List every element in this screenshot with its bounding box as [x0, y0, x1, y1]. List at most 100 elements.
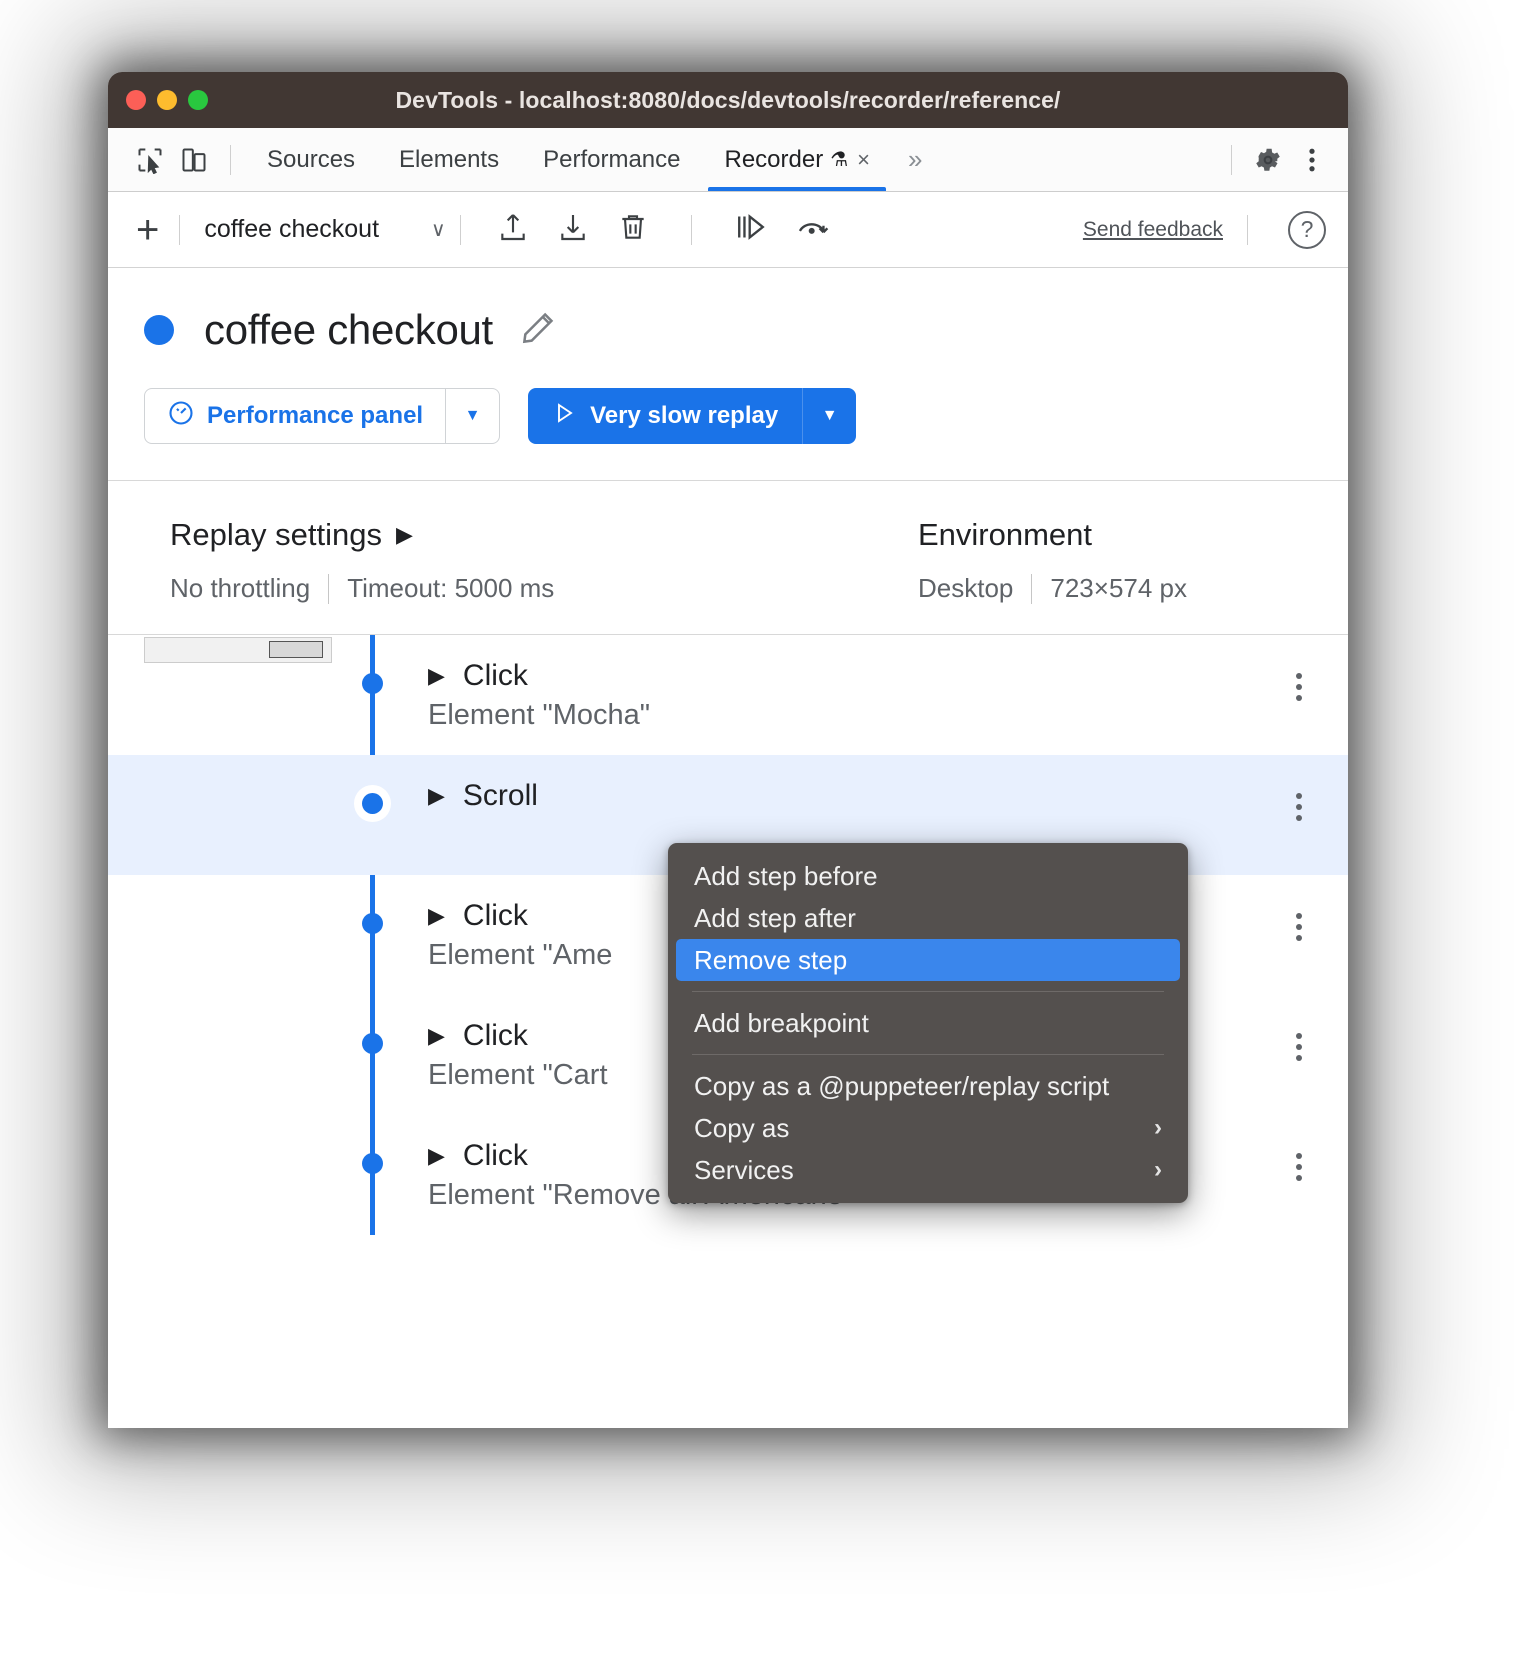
menu-item-services[interactable]: Services › [668, 1149, 1188, 1191]
summary-divider [328, 574, 329, 604]
performance-panel-split-button: Performance panel ▼ [144, 388, 500, 444]
inspect-cursor-icon[interactable] [128, 138, 172, 182]
send-feedback-link[interactable]: Send feedback [1083, 218, 1223, 242]
menu-item-label: Copy as [694, 1113, 789, 1144]
kebab-icon[interactable] [1290, 138, 1334, 182]
environment-column: Environment Desktop 723×574 px [918, 517, 1187, 604]
devtools-tabbar: Sources Elements Performance Recorder ⚗ … [108, 128, 1348, 192]
expand-step-icon[interactable]: ▶ [428, 783, 445, 809]
replay-speed-dropdown[interactable]: ▼ [802, 388, 856, 444]
chevron-down-icon[interactable]: ∨ [431, 217, 446, 242]
step-description: Element "Cart [428, 1059, 608, 1092]
step-kebab-icon[interactable] [1296, 913, 1302, 941]
help-icon[interactable]: ? [1288, 211, 1326, 249]
import-icon[interactable] [557, 211, 589, 248]
step-type-label: Scroll [463, 779, 538, 813]
step-body: ▶ Click Element "Cart [428, 1019, 608, 1092]
step-node-icon [362, 673, 383, 694]
replay-settings-block: Replay settings ▶ No throttling Timeout:… [108, 481, 1348, 635]
recording-selector[interactable]: coffee checkout [204, 215, 379, 244]
close-window-icon[interactable] [126, 90, 146, 110]
replay-icon[interactable] [796, 212, 830, 247]
step-kebab-icon[interactable] [1296, 793, 1302, 821]
step-kebab-icon[interactable] [1296, 673, 1302, 701]
expand-step-icon[interactable]: ▶ [428, 663, 445, 689]
performance-panel-label: Performance panel [207, 402, 423, 430]
recording-title-row: coffee checkout [108, 306, 1348, 354]
step-description: Element "Mocha" [428, 699, 650, 732]
maximize-window-icon[interactable] [188, 90, 208, 110]
replay-split-button: Very slow replay ▼ [528, 388, 856, 444]
step-header: ▶ Click [428, 1019, 608, 1053]
performance-panel-button[interactable]: Performance panel [144, 388, 446, 444]
page-title: coffee checkout [204, 306, 493, 354]
menu-item-remove-step[interactable]: Remove step [676, 939, 1180, 981]
device-toolbar-icon[interactable] [172, 138, 216, 182]
toolbar-icon-group [497, 211, 830, 248]
viewport-value: 723×574 px [1050, 573, 1187, 604]
table-row[interactable]: ▶ Click Element "Mocha" [108, 635, 1348, 755]
menu-item-label: Add step before [694, 861, 878, 892]
menu-item-label: Services [694, 1155, 794, 1186]
panel-tabs: Sources Elements Performance Recorder ⚗ … [245, 128, 938, 191]
step-type-label: Click [463, 1019, 528, 1053]
replay-settings-header[interactable]: Replay settings ▶ [170, 517, 918, 553]
menu-item-label: Remove step [694, 945, 847, 976]
record-status-dot-icon [144, 315, 174, 345]
menu-separator [692, 991, 1164, 992]
close-tab-icon[interactable]: × [857, 147, 870, 173]
step-node-icon [362, 1033, 383, 1054]
toolbar-divider-1 [179, 215, 180, 245]
environment-label: Environment [918, 517, 1092, 553]
tab-sources[interactable]: Sources [245, 128, 377, 191]
step-node-icon [362, 1153, 383, 1174]
menu-item-copy-as[interactable]: Copy as › [668, 1107, 1188, 1149]
menu-item-add-step-after[interactable]: Add step after [668, 897, 1188, 939]
step-header: ▶ Click [428, 659, 650, 693]
create-recording-button[interactable]: + [130, 210, 165, 250]
window-titlebar: DevTools - localhost:8080/docs/devtools/… [108, 72, 1348, 128]
delete-icon[interactable] [617, 211, 649, 248]
step-context-menu: Add step before Add step after Remove st… [668, 843, 1188, 1203]
step-body: ▶ Click Element "Ame [428, 899, 612, 972]
expand-step-icon[interactable]: ▶ [428, 903, 445, 929]
menu-item-add-breakpoint[interactable]: Add breakpoint [668, 1002, 1188, 1044]
performance-panel-dropdown[interactable]: ▼ [446, 388, 500, 444]
expand-step-icon[interactable]: ▶ [428, 1023, 445, 1049]
expand-triangle-icon: ▶ [396, 522, 413, 548]
replay-button[interactable]: Very slow replay [528, 388, 802, 444]
tab-elements[interactable]: Elements [377, 128, 521, 191]
minimize-window-icon[interactable] [157, 90, 177, 110]
export-icon[interactable] [497, 211, 529, 248]
screenshot-stage: DevTools - localhost:8080/docs/devtools/… [0, 0, 1536, 1656]
tab-performance-label: Performance [543, 146, 680, 174]
menu-item-copy-as-puppeteer-replay-script[interactable]: Copy as a @puppeteer/replay script [668, 1065, 1188, 1107]
step-kebab-icon[interactable] [1296, 1033, 1302, 1061]
tab-recorder[interactable]: Recorder ⚗ × [702, 128, 892, 191]
recording-header: coffee checkout [108, 268, 1348, 481]
chevron-right-icon: › [1154, 1114, 1162, 1142]
step-header: ▶ Scroll [428, 779, 538, 813]
tabbar-right-divider [1231, 145, 1232, 175]
expand-step-icon[interactable]: ▶ [428, 1143, 445, 1169]
step-description: Element "Ame [428, 939, 612, 972]
step-body: ▶ Click Element "Mocha" [428, 659, 650, 732]
traffic-lights[interactable] [126, 90, 208, 110]
toolbar-divider-2 [460, 215, 461, 245]
step-over-icon[interactable] [734, 212, 768, 247]
step-header: ▶ Click [428, 899, 612, 933]
step-type-label: Click [463, 1139, 528, 1173]
pencil-icon[interactable] [519, 309, 557, 352]
step-node-icon [354, 785, 391, 822]
menu-item-label: Add step after [694, 903, 856, 934]
menu-item-add-step-before[interactable]: Add step before [668, 855, 1188, 897]
menu-item-label: Add breakpoint [694, 1008, 869, 1039]
gear-icon[interactable] [1246, 138, 1290, 182]
replay-button-label: Very slow replay [590, 402, 778, 430]
more-tabs-icon[interactable]: » [892, 144, 938, 175]
step-body: ▶ Scroll [428, 779, 538, 819]
step-kebab-icon[interactable] [1296, 1153, 1302, 1181]
tab-performance[interactable]: Performance [521, 128, 702, 191]
toolbar-divider-3 [691, 215, 692, 245]
toolbar-divider-4 [1247, 215, 1248, 245]
